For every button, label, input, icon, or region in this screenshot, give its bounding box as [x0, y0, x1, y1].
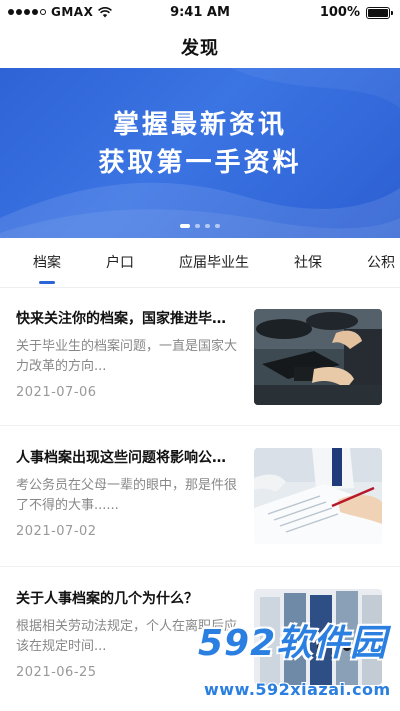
graduation-caps-image	[254, 309, 382, 405]
tab-dangan[interactable]: 档案	[33, 238, 61, 287]
divider	[0, 425, 400, 426]
banner-dot[interactable]	[180, 224, 190, 228]
page-title: 发现	[181, 38, 219, 59]
article-summary: 考公务员在父母一辈的眼中，那是件很了不得的大事......	[16, 478, 238, 513]
nav-bar: 发现	[0, 26, 400, 68]
watermark-url: www.592xiazai.com	[204, 680, 391, 699]
banner-dot[interactable]	[205, 224, 210, 228]
article-item[interactable]: 人事档案出现这些问题将影响公… 考公务员在父母一辈的眼中，那是件很了不得的大事.…	[0, 448, 400, 573]
banner-dot[interactable]	[195, 224, 200, 228]
divider	[0, 566, 400, 567]
tab-hukou[interactable]: 户口	[106, 238, 134, 287]
article-summary: 关于毕业生的档案问题，一直是国家大力改革的方向...	[16, 339, 238, 374]
banner-carousel[interactable]: 掌握最新资讯 获取第一手资料	[0, 68, 400, 238]
tab-graduates[interactable]: 应届毕业生	[179, 238, 249, 287]
article-item[interactable]: 快来关注你的档案，国家推进毕… 关于毕业生的档案问题，一直是国家大力改革的方向.…	[0, 309, 400, 434]
banner-line-2: 获取第一手资料	[98, 148, 302, 178]
banner-pagination	[0, 224, 400, 228]
banner-dot[interactable]	[215, 224, 220, 228]
category-tabs: 档案 户口 应届毕业生 社保 公积	[0, 238, 400, 288]
article-title: 快来关注你的档案，国家推进毕…	[16, 311, 226, 327]
banner-line-1: 掌握最新资讯	[112, 110, 287, 140]
article-title: 关于人事档案的几个为什么？	[16, 591, 198, 607]
banner-headline: 掌握最新资讯 获取第一手资料	[0, 106, 400, 182]
battery-percent: 100%	[319, 5, 360, 20]
status-right: 100%	[319, 5, 393, 20]
signing-document-image	[254, 448, 382, 544]
watermark: 592软件园 www.592xiazai.com	[190, 610, 400, 711]
article-date: 2021-07-02	[16, 524, 97, 539]
watermark-logo: 592软件园	[198, 623, 388, 664]
article-date: 2021-06-25	[16, 665, 97, 680]
article-date: 2021-07-06	[16, 385, 97, 400]
battery-icon	[366, 6, 393, 19]
status-bar: GMAX 9:41 AM 100%	[0, 0, 400, 26]
article-title: 人事档案出现这些问题将影响公…	[16, 450, 226, 466]
tab-social-security[interactable]: 社保	[294, 238, 322, 287]
tab-housing-fund[interactable]: 公积	[367, 238, 395, 287]
